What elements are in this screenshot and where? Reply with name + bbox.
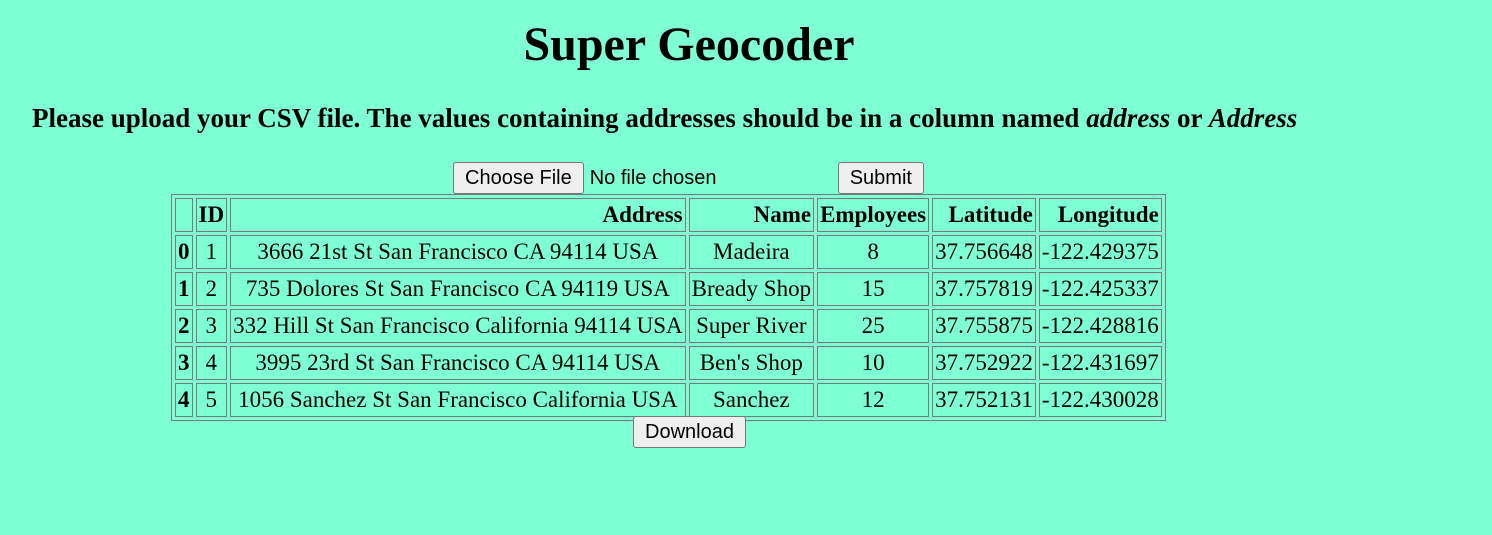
table-body: 0 1 3666 21st St San Francisco CA 94114 … — [175, 235, 1162, 417]
cell-longitude: -122.429375 — [1038, 235, 1162, 269]
cell-address: 735 Dolores St San Francisco CA 94119 US… — [230, 272, 686, 306]
upload-instructions: Please upload your CSV file. The values … — [32, 101, 1297, 135]
cell-latitude: 37.752131 — [932, 383, 1036, 417]
upload-form: Choose File No file chosen Submit — [453, 162, 924, 194]
cell-id: 2 — [195, 272, 228, 306]
table-row: 4 5 1056 Sanchez St San Francisco Califo… — [175, 383, 1162, 417]
cell-longitude: -122.430028 — [1038, 383, 1162, 417]
results-table: ID Address Name Employees Latitude Longi… — [171, 194, 1166, 421]
file-status-text: No file chosen — [589, 166, 717, 189]
choose-file-button[interactable]: Choose File — [453, 162, 584, 194]
table-row: 1 2 735 Dolores St San Francisco CA 9411… — [175, 272, 1162, 306]
page-title: Super Geocoder — [523, 18, 855, 71]
cell-employees: 10 — [817, 346, 930, 380]
cell-name: Super River — [688, 309, 815, 343]
cell-employees: 12 — [817, 383, 930, 417]
instructions-or: or — [1170, 103, 1209, 133]
cell-address: 332 Hill St San Francisco California 941… — [230, 309, 686, 343]
header-row: ID Address Name Employees Latitude Longi… — [175, 198, 1162, 232]
row-index: 3 — [175, 346, 193, 380]
row-index: 1 — [175, 272, 193, 306]
instructions-column-lower: address — [1086, 103, 1171, 133]
header-latitude: Latitude — [932, 198, 1036, 232]
cell-employees: 8 — [817, 235, 930, 269]
header-name: Name — [688, 198, 815, 232]
cell-name: Madeira — [688, 235, 815, 269]
cell-id: 1 — [195, 235, 228, 269]
table-row: 0 1 3666 21st St San Francisco CA 94114 … — [175, 235, 1162, 269]
cell-employees: 15 — [817, 272, 930, 306]
cell-employees: 25 — [817, 309, 930, 343]
cell-latitude: 37.756648 — [932, 235, 1036, 269]
cell-id: 4 — [195, 346, 228, 380]
download-button[interactable]: Download — [633, 416, 746, 448]
cell-id: 5 — [195, 383, 228, 417]
cell-latitude: 37.755875 — [932, 309, 1036, 343]
instructions-column-upper: Address — [1208, 103, 1298, 133]
header-id: ID — [195, 198, 228, 232]
cell-name: Sanchez — [688, 383, 815, 417]
cell-longitude: -122.428816 — [1038, 309, 1162, 343]
header-longitude: Longitude — [1038, 198, 1162, 232]
cell-name: Ben's Shop — [688, 346, 815, 380]
cell-longitude: -122.431697 — [1038, 346, 1162, 380]
instructions-text: Please upload your CSV file. The values … — [32, 103, 1087, 133]
cell-longitude: -122.425337 — [1038, 272, 1162, 306]
table-row: 3 4 3995 23rd St San Francisco CA 94114 … — [175, 346, 1162, 380]
cell-latitude: 37.757819 — [932, 272, 1036, 306]
cell-name: Bready Shop — [688, 272, 815, 306]
header-index — [175, 198, 193, 232]
row-index: 0 — [175, 235, 193, 269]
table-row: 2 3 332 Hill St San Francisco California… — [175, 309, 1162, 343]
row-index: 2 — [175, 309, 193, 343]
row-index: 4 — [175, 383, 193, 417]
submit-button[interactable]: Submit — [837, 162, 924, 194]
cell-id: 3 — [195, 309, 228, 343]
cell-address: 3995 23rd St San Francisco CA 94114 USA — [230, 346, 686, 380]
table-header: ID Address Name Employees Latitude Longi… — [175, 198, 1162, 232]
header-employees: Employees — [817, 198, 930, 232]
cell-address: 3666 21st St San Francisco CA 94114 USA — [230, 235, 686, 269]
cell-address: 1056 Sanchez St San Francisco California… — [230, 383, 686, 417]
header-address: Address — [230, 198, 686, 232]
cell-latitude: 37.752922 — [932, 346, 1036, 380]
